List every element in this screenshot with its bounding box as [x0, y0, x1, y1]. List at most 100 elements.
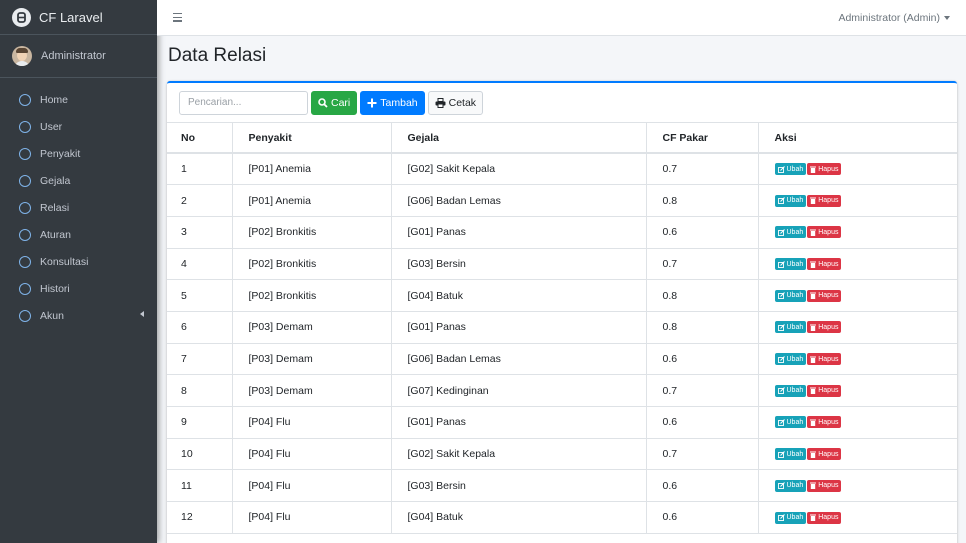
header-cf-pakar: CF Pakar: [646, 123, 759, 154]
cell-cf-pakar: 0.7: [646, 153, 759, 186]
cell-gejala: [G07] Kedinginan: [391, 374, 647, 407]
delete-button[interactable]: Hapus: [807, 416, 842, 429]
delete-button-label: Hapus: [818, 228, 839, 236]
cell-cf-pakar: 0.7: [646, 438, 759, 471]
edit-button-label: Ubah: [786, 197, 804, 205]
cell-aksi: Ubah Hapus: [758, 501, 957, 534]
sidebar-item-aturan[interactable]: Aturan: [0, 221, 157, 248]
circle-icon: [19, 228, 31, 241]
cell-penyakit: [P04] Flu: [232, 501, 392, 534]
cell-penyakit: [P03] Demam: [232, 374, 392, 407]
trash-icon: [810, 166, 817, 173]
edit-button[interactable]: Ubah: [774, 448, 807, 461]
circle-icon: [19, 120, 31, 133]
edit-button-label: Ubah: [786, 482, 804, 490]
trash-icon: [810, 451, 817, 458]
sidebar-item-gejala[interactable]: Gejala: [0, 167, 157, 194]
header-penyakit: Penyakit: [232, 123, 392, 154]
cell-no: 2: [167, 184, 233, 217]
sidebar-item-konsultasi[interactable]: Konsultasi: [0, 248, 157, 275]
edit-icon: [777, 292, 785, 300]
delete-button[interactable]: Hapus: [807, 479, 842, 492]
circle-icon: [19, 174, 31, 187]
sidebar-item-akun[interactable]: Akun: [0, 302, 157, 329]
cell-no: 10: [167, 438, 233, 471]
edit-button-label: Ubah: [786, 418, 804, 426]
sidebar-item-penyakit[interactable]: Penyakit: [0, 140, 157, 167]
search-icon: [318, 97, 328, 108]
chevron-left-icon: [140, 311, 144, 317]
user-panel[interactable]: Administrator: [0, 35, 157, 78]
edit-button[interactable]: Ubah: [774, 511, 807, 524]
data-card: Cari Tambah Cetak No Penyakit Gejala CF …: [167, 81, 957, 543]
brand-link[interactable]: CF Laravel: [0, 0, 157, 35]
edit-button[interactable]: Ubah: [774, 416, 807, 429]
delete-button[interactable]: Hapus: [807, 258, 842, 271]
sidebar-item-relasi[interactable]: Relasi: [0, 194, 157, 221]
edit-button[interactable]: Ubah: [774, 289, 807, 302]
circle-icon: [19, 282, 31, 295]
edit-button[interactable]: Ubah: [774, 226, 807, 239]
delete-button[interactable]: Hapus: [807, 226, 842, 239]
delete-button[interactable]: Hapus: [807, 163, 842, 176]
circle-icon: [19, 309, 31, 322]
menu-toggle-icon[interactable]: [173, 13, 182, 24]
user-menu-label: Administrator (Admin): [838, 12, 940, 24]
cell-cf-pakar: 0.8: [646, 184, 759, 217]
sidebar-item-histori[interactable]: Histori: [0, 275, 157, 302]
table-row: 4 [P02] Bronkitis [G03] Bersin 0.7 Ubah Hapus: [167, 248, 957, 281]
cell-cf-pakar: 0.6: [646, 216, 759, 249]
edit-button[interactable]: Ubah: [774, 384, 807, 397]
edit-icon: [777, 228, 785, 236]
trash-icon: [810, 356, 817, 363]
delete-button[interactable]: Hapus: [807, 353, 842, 366]
sidebar-item-home[interactable]: Home: [0, 86, 157, 113]
print-button[interactable]: Cetak: [427, 90, 484, 115]
sidebar-nav: Home User Penyakit Gejala Relasi Aturan …: [0, 78, 157, 329]
search-input[interactable]: [179, 90, 308, 115]
user-name: Administrator: [41, 50, 106, 62]
delete-button[interactable]: Hapus: [807, 384, 842, 397]
delete-button[interactable]: Hapus: [807, 511, 842, 524]
cell-aksi: Ubah Hapus: [758, 374, 957, 407]
circle-icon: [19, 201, 31, 214]
edit-button[interactable]: Ubah: [774, 479, 807, 492]
circle-icon: [19, 147, 31, 160]
edit-button[interactable]: Ubah: [774, 321, 807, 334]
add-button[interactable]: Tambah: [360, 90, 425, 115]
delete-button[interactable]: Hapus: [807, 448, 842, 461]
sidebar-item-user[interactable]: User: [0, 113, 157, 140]
edit-button[interactable]: Ubah: [774, 258, 807, 271]
cell-no: 5: [167, 279, 233, 312]
edit-button[interactable]: Ubah: [774, 194, 807, 207]
sidebar-item-label: Aturan: [40, 228, 71, 241]
search-button[interactable]: Cari: [311, 90, 358, 115]
cell-gejala: [G06] Badan Lemas: [391, 184, 647, 217]
cell-gejala: [G04] Batuk: [391, 501, 647, 534]
edit-icon: [777, 165, 785, 173]
cell-cf-pakar: 0.8: [646, 279, 759, 312]
relasi-table: No Penyakit Gejala CF Pakar Aksi 1 [P01] …: [167, 123, 957, 534]
delete-button-label: Hapus: [818, 418, 839, 426]
table-row: 3 [P02] Bronkitis [G01] Panas 0.6 Ubah Hapus: [167, 216, 957, 249]
edit-icon: [777, 387, 785, 395]
delete-button[interactable]: Hapus: [807, 194, 842, 207]
trash-icon: [810, 324, 817, 331]
cell-no: 1: [167, 153, 233, 186]
edit-icon: [777, 197, 785, 205]
user-menu-dropdown[interactable]: Administrator (Admin): [838, 12, 950, 24]
edit-button[interactable]: Ubah: [774, 353, 807, 366]
cell-gejala: [G02] Sakit Kepala: [391, 153, 647, 186]
print-button-label: Cetak: [448, 96, 477, 109]
cell-gejala: [G03] Bersin: [391, 469, 647, 503]
page-title: Data Relasi: [168, 45, 267, 66]
add-button-label: Tambah: [380, 96, 418, 109]
edit-icon: [777, 482, 785, 490]
cell-no: 12: [167, 501, 233, 534]
header-gejala: Gejala: [391, 123, 647, 154]
trash-icon: [810, 261, 817, 268]
delete-button[interactable]: Hapus: [807, 289, 842, 302]
delete-button[interactable]: Hapus: [807, 321, 842, 334]
delete-button-label: Hapus: [818, 387, 839, 395]
edit-button[interactable]: Ubah: [774, 163, 807, 176]
